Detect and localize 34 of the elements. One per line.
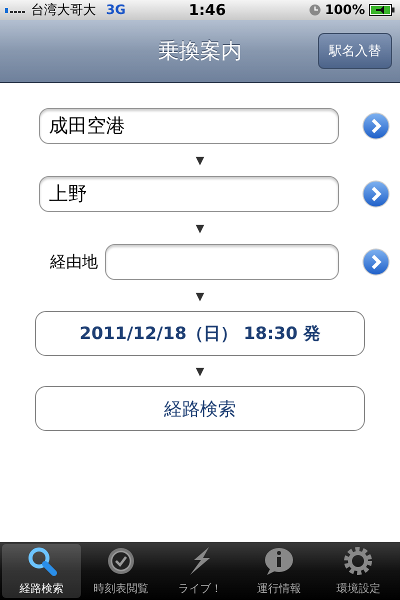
tab-label: 経路検索	[20, 581, 64, 596]
date-time-button[interactable]: 2011/12/18（日） 18:30 発	[35, 311, 365, 356]
screen-title: 乗換案内	[158, 38, 242, 65]
tab-item[interactable]: 運行情報	[240, 544, 319, 598]
down-arrow: ▼	[196, 222, 204, 234]
signal-icon	[5, 7, 27, 13]
tab-label: 環境設定	[336, 581, 380, 596]
tab-label: ライブ！	[178, 581, 222, 596]
field-label: 経由地	[50, 252, 98, 272]
network-type: 3G	[106, 2, 126, 18]
battery-icon	[368, 4, 395, 16]
route-search-button[interactable]: 経路検索	[35, 386, 365, 431]
tab-item[interactable]: ライブ！	[160, 544, 240, 598]
down-arrow: ▼	[196, 154, 204, 166]
tab-label: 運行情報	[257, 581, 302, 596]
station-field[interactable]: 成田空港	[39, 108, 339, 144]
chevron-icon[interactable]	[362, 180, 390, 208]
chevron-icon[interactable]	[362, 248, 390, 276]
info-icon	[264, 546, 294, 576]
swap-stations-button[interactable]: 駅名入替	[318, 33, 392, 69]
station-field[interactable]	[105, 244, 339, 280]
carrier-name: 台湾大哥大	[31, 2, 96, 19]
station-field[interactable]: 上野	[39, 176, 339, 212]
gear-icon	[343, 546, 374, 576]
tab-item[interactable]: 環境設定	[318, 544, 398, 598]
search-icon	[26, 546, 57, 576]
battery-percent: 100%	[324, 2, 365, 18]
chevron-icon[interactable]	[362, 112, 390, 140]
tab-item[interactable]: 経路検索	[2, 544, 82, 598]
clock-time: 1:46	[188, 1, 227, 19]
down-arrow: ▼	[196, 290, 204, 302]
tab-label: 時刻表閲覧	[93, 581, 148, 596]
tab-item[interactable]: 時刻表閲覧	[81, 544, 160, 598]
down-arrow: ▼	[196, 364, 204, 378]
